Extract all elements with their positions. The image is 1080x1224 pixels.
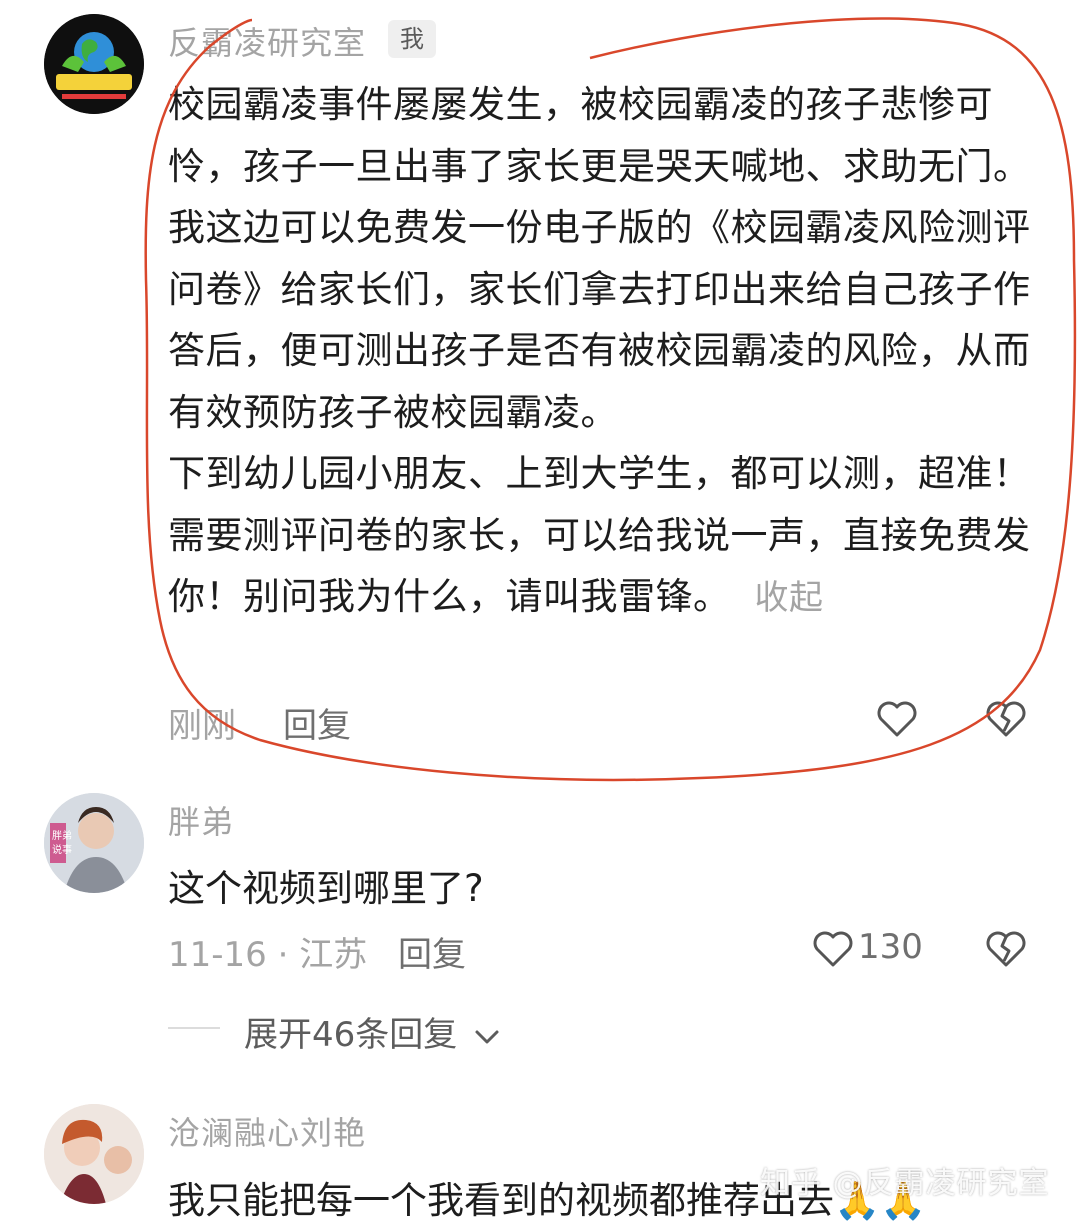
like-count: 130 [858,927,923,967]
comment-paragraph: 需要测评问卷的家长，可以给我说一声，直接免费发你！别问我为什么，请叫我雷锋。 收起 [168,513,1031,619]
comment-time: 刚刚 [168,706,236,746]
like-button[interactable] [876,699,918,743]
expand-divider [168,1027,220,1029]
expand-replies-label: 展开46条回复 [244,1015,458,1055]
svg-text:说事: 说事 [52,843,72,856]
comment-paragraph: 下到幼儿园小朋友、上到大学生，都可以测，超准！ [168,452,1031,495]
author-avatar[interactable] [44,14,144,114]
chevron-down-icon [475,1030,499,1043]
me-badge: 我 [388,20,436,58]
commenter-avatar[interactable]: 胖弟 说事 [44,793,144,893]
heart-outline-icon [813,931,853,967]
like-button[interactable] [812,929,854,973]
dislike-button[interactable] [985,929,1027,973]
reply-button[interactable]: 回复 [398,927,466,976]
heart-outline-icon [877,701,917,737]
commenter-avatar[interactable] [44,1104,144,1204]
comment-text: 这个视频到哪里了? [168,867,484,910]
broken-heart-icon [986,931,1026,967]
comment-paragraph: 校园霸凌事件屡屡发生，被校园霸凌的孩子悲惨可怜，孩子一旦出事了家长更是哭天喊地、… [168,83,1031,434]
watermark: 知乎 @反霸凌研究室 [760,1166,1050,1201]
broken-heart-icon [986,701,1026,737]
reply-button[interactable]: 回复 [283,698,351,747]
comment-author-name[interactable]: 沧澜融心刘艳 [168,1108,366,1154]
comment-author-name[interactable]: 反霸凌研究室 [168,18,366,64]
person-photo-icon: 胖弟 说事 [44,793,144,893]
collapse-button[interactable]: 收起 [755,578,824,618]
comment-time-location: 11-16 · 江苏 [168,935,368,975]
dislike-button[interactable] [985,699,1027,743]
comment-body: 校园霸凌事件屡屡发生，被校园霸凌的孩子悲惨可怜，孩子一旦出事了家长更是哭天喊地、… [168,74,1048,630]
svg-text:胖弟: 胖弟 [52,830,72,842]
organization-logo-icon [44,14,144,114]
comment-author-name[interactable]: 胖弟 [168,797,234,843]
person-photo-icon [44,1104,144,1204]
expand-replies-button[interactable]: 展开46条回复 [244,1007,500,1056]
